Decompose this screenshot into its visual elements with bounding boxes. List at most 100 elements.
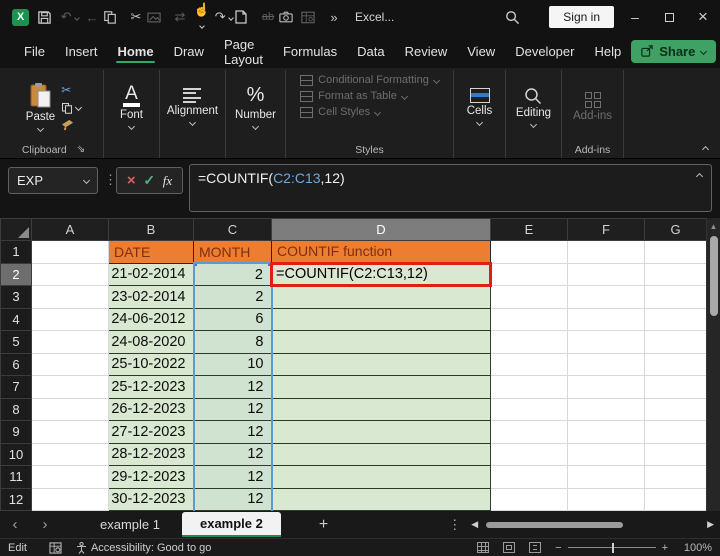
normal-view-icon[interactable]: [477, 542, 490, 553]
col-header-e[interactable]: E: [490, 218, 568, 241]
cell-f8[interactable]: [567, 397, 645, 421]
workbook-stats-icon[interactable]: [301, 11, 323, 24]
cell-e3[interactable]: [490, 285, 568, 309]
cell-c3[interactable]: 2: [192, 285, 273, 309]
macro-record-icon[interactable]: [49, 541, 62, 554]
cell-a1[interactable]: [31, 240, 109, 264]
cell-f3[interactable]: [567, 285, 645, 309]
format-painter-button[interactable]: [61, 119, 81, 131]
cell-g9[interactable]: [644, 420, 707, 444]
cell-c12[interactable]: 12: [192, 487, 273, 511]
cell-a3[interactable]: [31, 285, 109, 309]
row-header-5[interactable]: 5: [0, 330, 32, 354]
cell-e4[interactable]: [490, 307, 568, 331]
addins-button[interactable]: Add-ins: [573, 91, 612, 122]
cell-b9[interactable]: 27-12-2023: [108, 420, 194, 444]
cell-d3[interactable]: [271, 285, 491, 309]
cell-g7[interactable]: [644, 375, 707, 399]
cell-a10[interactable]: [31, 442, 109, 466]
cell-a2[interactable]: [31, 262, 109, 286]
copy-icon[interactable]: [103, 10, 125, 24]
cell-d1[interactable]: COUNTIF function: [271, 240, 491, 264]
cell-e11[interactable]: [490, 465, 568, 489]
col-header-f[interactable]: F: [567, 218, 645, 241]
cell-b10[interactable]: 28-12-2023: [108, 442, 194, 466]
cell-f9[interactable]: [567, 420, 645, 444]
back-icon[interactable]: ←: [81, 10, 103, 25]
cell-a7[interactable]: [31, 375, 109, 399]
row-header-6[interactable]: 6: [0, 352, 32, 376]
undo-icon[interactable]: ↶: [59, 9, 81, 25]
cell-b6[interactable]: 25-10-2022: [108, 352, 194, 376]
next-sheet-icon[interactable]: ›: [30, 516, 60, 533]
cell-a8[interactable]: [31, 397, 109, 421]
cell-b3[interactable]: 23-02-2014: [108, 285, 194, 309]
cell-d11[interactable]: [271, 465, 491, 489]
cell-f10[interactable]: [567, 442, 645, 466]
close-button[interactable]: ×: [686, 0, 720, 34]
cell-b7[interactable]: 25-12-2023: [108, 375, 194, 399]
tab-formulas[interactable]: Formulas: [273, 36, 347, 66]
select-all-corner[interactable]: [0, 218, 32, 241]
cell-b1[interactable]: DATE: [108, 240, 194, 264]
cell-c11[interactable]: 12: [192, 465, 273, 489]
sheet-tab-example-1[interactable]: example 1: [78, 512, 182, 537]
tab-review[interactable]: Review: [395, 36, 458, 66]
cell-e1[interactable]: [490, 240, 568, 264]
maximize-button[interactable]: [652, 0, 686, 34]
cell-d4[interactable]: [271, 307, 491, 331]
collapse-formula-bar-icon[interactable]: [695, 172, 704, 181]
cell-c7[interactable]: 12: [192, 375, 273, 399]
zoom-slider[interactable]: [567, 542, 656, 553]
cell-a6[interactable]: [31, 352, 109, 376]
vertical-scrollbar[interactable]: ▲: [706, 218, 720, 511]
cells-menu-button[interactable]: Cells: [467, 88, 492, 127]
cell-e7[interactable]: [490, 375, 568, 399]
insert-function-icon[interactable]: fx: [163, 173, 172, 189]
cell-d6[interactable]: [271, 352, 491, 376]
redo-icon[interactable]: ↷: [213, 9, 235, 25]
cell-e2[interactable]: [490, 262, 568, 286]
cancel-entry-icon[interactable]: ×: [127, 172, 136, 189]
row-header-3[interactable]: 3: [0, 285, 32, 309]
row-header-10[interactable]: 10: [0, 442, 32, 466]
cell-b2[interactable]: 21-02-2014: [108, 262, 194, 286]
cell-g4[interactable]: [644, 307, 707, 331]
cut-icon[interactable]: ✂: [125, 9, 147, 25]
cell-d12[interactable]: [271, 487, 491, 511]
font-menu-button[interactable]: A Font: [120, 84, 143, 130]
cell-g11[interactable]: [644, 465, 707, 489]
sheet-options-icon[interactable]: ⋮: [448, 517, 461, 533]
cell-styles-button[interactable]: Cell Styles: [300, 106, 382, 118]
col-header-g[interactable]: G: [644, 218, 707, 241]
col-header-c[interactable]: C: [193, 218, 272, 241]
cell-a5[interactable]: [31, 330, 109, 354]
cell-c9[interactable]: 12: [192, 420, 273, 444]
editing-menu-button[interactable]: Editing: [516, 87, 551, 128]
cell-b4[interactable]: 24-06-2012: [108, 307, 194, 331]
cell-g2[interactable]: [644, 262, 707, 286]
col-header-d[interactable]: D: [271, 218, 491, 241]
cell-g6[interactable]: [644, 352, 707, 376]
cell-f1[interactable]: [567, 240, 645, 264]
touch-mode-icon[interactable]: ☝: [191, 2, 213, 33]
row-header-1[interactable]: 1: [0, 240, 32, 264]
scroll-up-icon[interactable]: ▲: [707, 218, 720, 231]
tab-insert[interactable]: Insert: [55, 36, 108, 66]
scroll-right-icon[interactable]: ▶: [707, 519, 714, 530]
cell-c6[interactable]: 10: [192, 352, 273, 376]
cell-e9[interactable]: [490, 420, 568, 444]
row-header-2[interactable]: 2: [0, 262, 32, 286]
zoom-slider-handle[interactable]: [611, 542, 615, 553]
paste-special-icon[interactable]: [147, 11, 169, 24]
search-icon[interactable]: [505, 10, 527, 25]
alignment-menu-button[interactable]: Alignment: [167, 88, 218, 126]
add-sheet-icon[interactable]: +: [319, 516, 328, 534]
cell-f6[interactable]: [567, 352, 645, 376]
col-header-b[interactable]: B: [108, 218, 194, 241]
cell-c4[interactable]: 6: [192, 307, 273, 331]
clipboard-dialog-launcher-icon[interactable]: ⇘: [77, 144, 85, 155]
cell-a11[interactable]: [31, 465, 109, 489]
cell-f2[interactable]: [567, 262, 645, 286]
tab-view[interactable]: View: [457, 36, 505, 66]
